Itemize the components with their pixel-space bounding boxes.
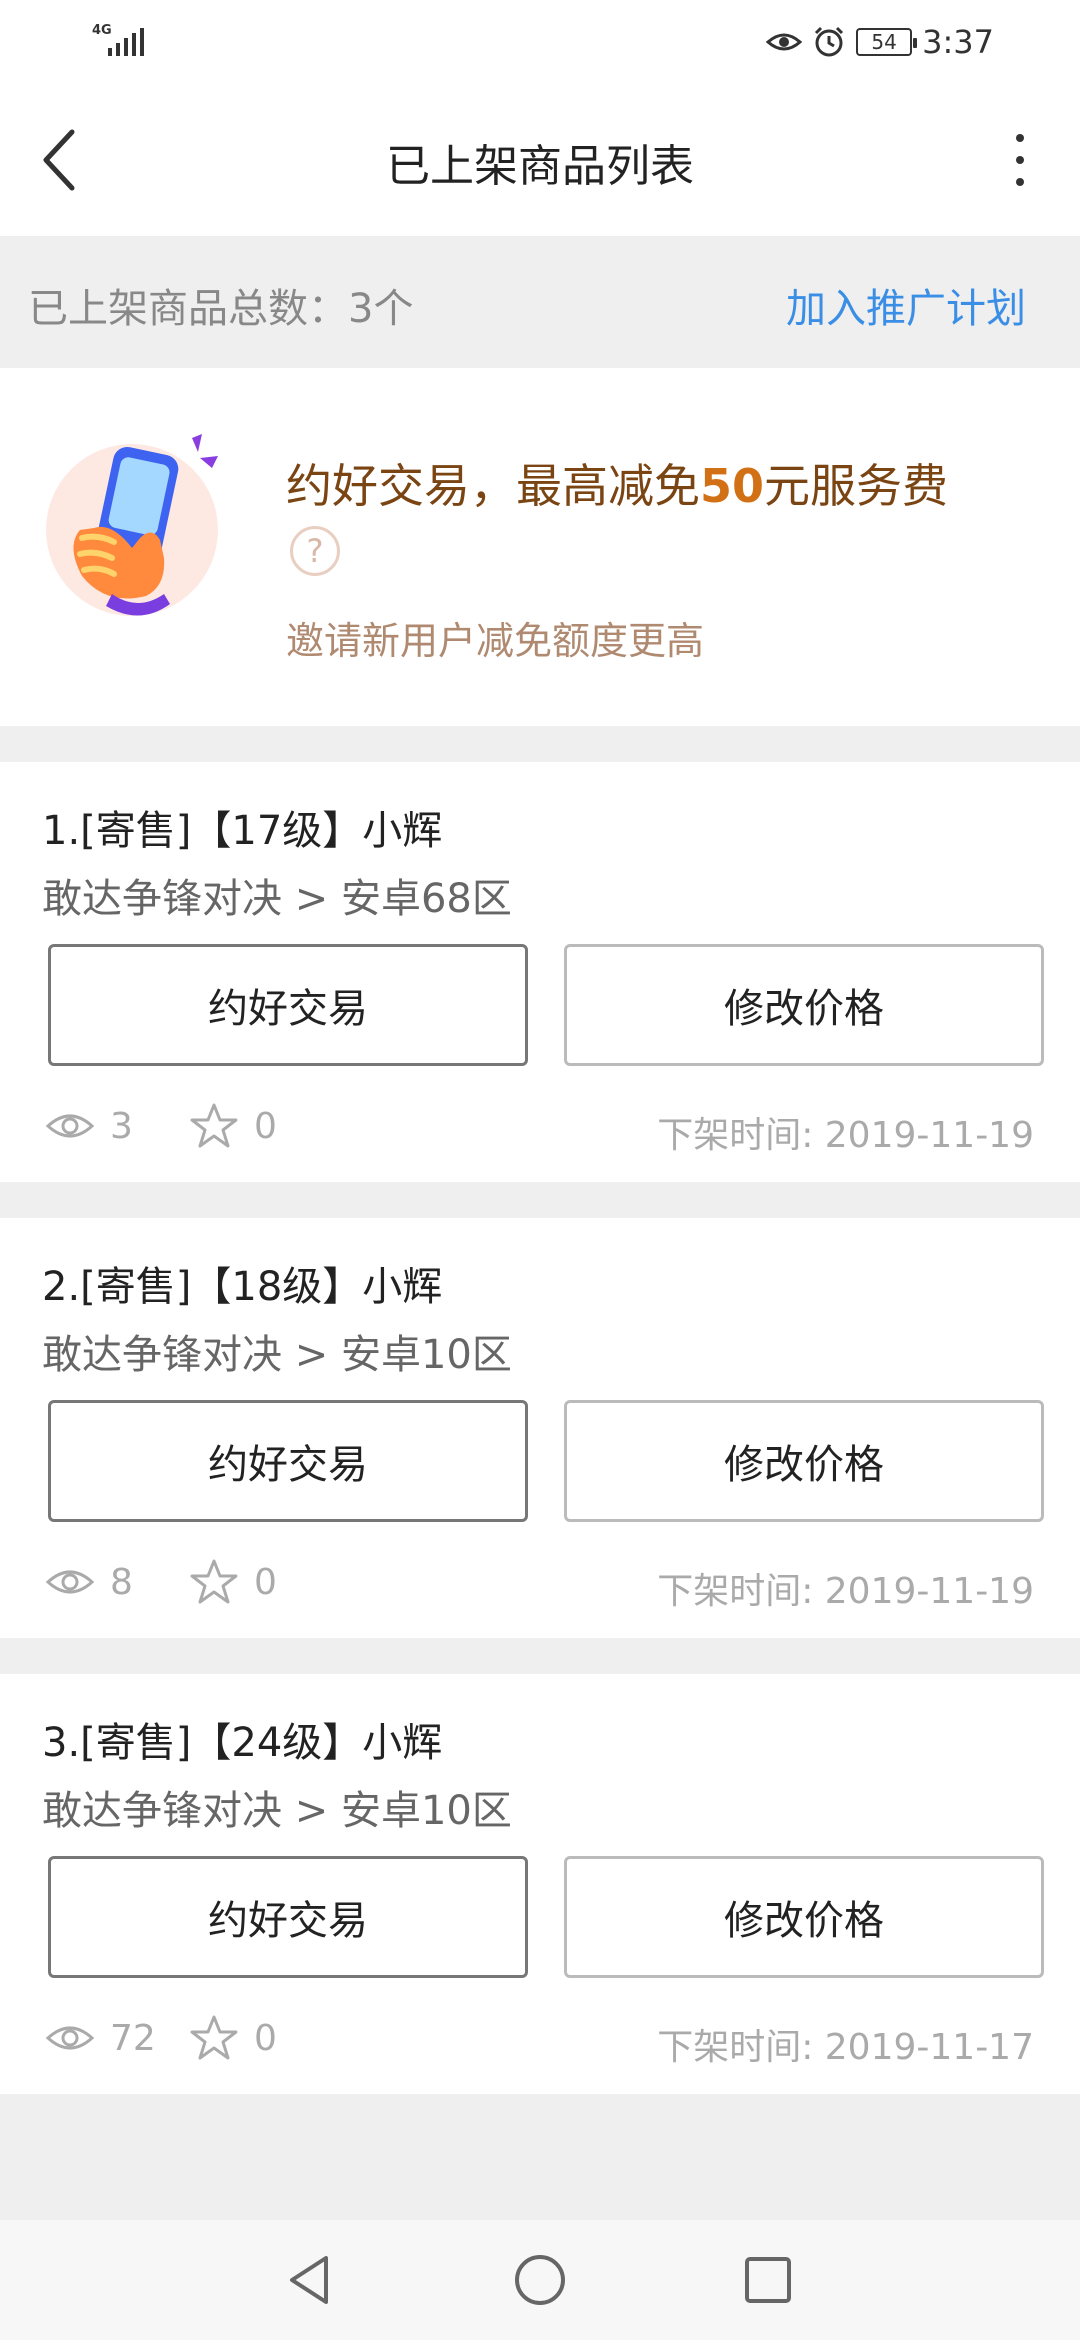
more-vertical-icon: [1016, 134, 1024, 142]
edit-price-button[interactable]: 修改价格: [564, 944, 1044, 1066]
promo-banner[interactable]: 约好交易，最高减免50元服务费 ? 邀请新用户减免额度更高: [0, 368, 1080, 726]
more-vertical-icon: [1016, 156, 1024, 164]
product-card: 1.[寄售]【17级】小辉 敢达争锋对决 > 安卓68区 约好交易 修改价格 3…: [0, 762, 1080, 1182]
view-count: 8: [110, 1561, 133, 1603]
signal-bars-icon: [108, 28, 144, 56]
edit-price-button[interactable]: 修改价格: [564, 1856, 1044, 1978]
deal-button[interactable]: 约好交易: [48, 1856, 528, 1978]
eye-icon: [45, 2026, 95, 2050]
view-count: 3: [110, 1105, 133, 1147]
view-count: 72: [110, 2017, 156, 2059]
banner-subtitle: 邀请新用户减免额度更高: [286, 619, 705, 663]
status-right: 54 3:37: [766, 20, 994, 64]
eye-icon: [45, 1114, 95, 1138]
system-navigation-bar: [0, 2220, 1080, 2340]
product-title[interactable]: 3.[寄售]【24级】小辉: [42, 1710, 442, 1768]
offline-time: 下架时间: 2019-11-19: [657, 1571, 1034, 1612]
eye-comfort-icon: [766, 33, 803, 51]
product-stats: 8 0: [44, 1554, 314, 1610]
banner-title-prefix: 约好交易，最高减免: [286, 459, 700, 513]
product-card: 2.[寄售]【18级】小辉 敢达争锋对决 > 安卓10区 约好交易 修改价格 8…: [0, 1218, 1080, 1638]
deal-button[interactable]: 约好交易: [48, 944, 528, 1066]
favorite-count: 0: [254, 2017, 277, 2059]
circle-home-icon[interactable]: [510, 2250, 570, 2310]
triangle-back-icon[interactable]: [280, 2250, 340, 2310]
more-button[interactable]: [1000, 120, 1040, 200]
product-title[interactable]: 2.[寄售]【18级】小辉: [42, 1254, 442, 1312]
listing-count: 已上架商品总数：3个: [28, 286, 414, 332]
signal-indicator: 4G: [92, 24, 146, 56]
alarm-icon: [815, 26, 844, 57]
product-server: 敢达争锋对决 > 安卓10区: [42, 1332, 512, 1378]
join-promotion-link[interactable]: 加入推广计划: [786, 276, 1026, 334]
product-server: 敢达争锋对决 > 安卓10区: [42, 1788, 512, 1834]
square-recent-icon[interactable]: [738, 2250, 798, 2310]
banner-title-suffix: 元服务费: [764, 459, 949, 513]
eye-icon: [45, 1570, 95, 1594]
battery-indicator: 54: [856, 28, 918, 56]
product-stats: 72 0: [44, 2010, 314, 2066]
edit-price-button[interactable]: 修改价格: [564, 1400, 1044, 1522]
help-circle-icon[interactable]: ?: [290, 526, 340, 576]
favorite-count: 0: [254, 1561, 277, 1603]
offline-time: 下架时间: 2019-11-17: [657, 2027, 1034, 2068]
app-header: 已上架商品列表: [0, 84, 1080, 236]
product-title[interactable]: 1.[寄售]【17级】小辉: [42, 798, 442, 856]
status-bar: 4G 54 3:37: [0, 0, 1080, 84]
product-stats: 3 0: [44, 1098, 314, 1154]
battery-level: 54: [871, 30, 897, 54]
star-icon: [190, 1103, 238, 1148]
phone-in-hand-illustration: [46, 434, 218, 616]
offline-time: 下架时间: 2019-11-19: [657, 1115, 1034, 1156]
star-icon: [190, 2015, 238, 2060]
more-vertical-icon: [1016, 178, 1024, 186]
product-server: 敢达争锋对决 > 安卓68区: [42, 876, 512, 922]
deal-button[interactable]: 约好交易: [48, 1400, 528, 1522]
star-icon: [190, 1559, 238, 1604]
page-title: 已上架商品列表: [386, 141, 694, 192]
status-time: 3:37: [922, 23, 994, 61]
summary-bar: 已上架商品总数：3个 加入推广计划: [0, 236, 1080, 368]
favorite-count: 0: [254, 1105, 277, 1147]
banner-title: 约好交易，最高减免50元服务费: [286, 450, 948, 516]
banner-title-amount: 50: [700, 459, 765, 513]
product-card: 3.[寄售]【24级】小辉 敢达争锋对决 > 安卓10区 约好交易 修改价格 7…: [0, 1674, 1080, 2094]
